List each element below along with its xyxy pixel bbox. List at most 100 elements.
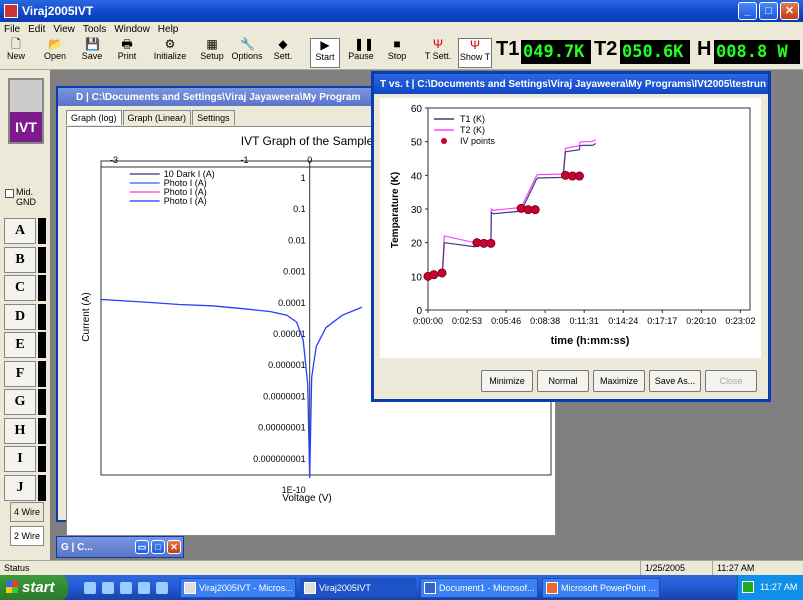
max-icon[interactable]: □ <box>151 540 165 554</box>
initialize-button[interactable]: ⚙ Initialize <box>150 38 190 68</box>
iv-dark-current-line <box>100 298 363 479</box>
minimized-window-title: G | C... <box>61 541 93 553</box>
outlook-icon[interactable] <box>102 581 114 594</box>
maximize-button[interactable]: □ <box>759 2 778 20</box>
tab-graph-log[interactable]: Graph (log) <box>66 110 122 125</box>
task-document1[interactable]: Document1 - Microsof... <box>420 577 538 598</box>
task-powerpoint[interactable]: Microsoft PowerPoint ... <box>542 577 660 598</box>
channel-button-j[interactable]: J <box>4 474 36 501</box>
task-viraj-vb[interactable]: Viraj2005IVT - Micros... <box>180 577 296 598</box>
play-icon: ▶ <box>320 38 330 52</box>
tab-graph-linear[interactable]: Graph (Linear) <box>122 110 192 125</box>
tray-clock: 11:27 AM <box>760 582 798 592</box>
tray-app-icon[interactable] <box>742 581 754 593</box>
start-button[interactable]: ▶ Start <box>310 38 340 68</box>
menu-view[interactable]: View <box>49 24 79 35</box>
channel-button-h[interactable]: H <box>4 417 36 444</box>
task-viraj-app[interactable]: Viraj2005IVT <box>300 577 416 598</box>
channel-button-g[interactable]: G <box>4 389 36 415</box>
t-x-tick: 0:11:31 <box>569 316 598 326</box>
t-x-tick: 0:23:02 <box>725 316 755 326</box>
print-button[interactable]: 🖶 Print <box>114 38 140 68</box>
channel-button-a[interactable]: A <box>4 218 36 244</box>
two-wire-button[interactable]: 2 Wire <box>10 526 44 546</box>
options-button[interactable]: 🔧 Options <box>230 38 264 68</box>
t-legend-label: T2 (K) <box>460 125 485 135</box>
t1-label: T1 <box>496 38 520 60</box>
float-normal-button[interactable]: Normal <box>537 370 589 392</box>
desktop-icon[interactable] <box>156 581 168 594</box>
status-text: Status <box>4 563 30 573</box>
t-x-tick: 0:00:00 <box>413 316 443 326</box>
app-title-bar: Viraj2005IVT _ □ ✕ <box>0 0 803 22</box>
setup-button[interactable]: ▦ Setup <box>198 38 226 68</box>
t-vs-t-window-title: T vs. t | C:\Documents and Settings\Vira… <box>374 74 768 94</box>
iv-y-tick: 0.0001 <box>278 298 306 308</box>
menu-file[interactable]: File <box>0 24 24 35</box>
menu-help[interactable]: Help <box>154 24 183 35</box>
folder-icon[interactable] <box>138 581 150 594</box>
channel-button-e[interactable]: E <box>4 332 36 358</box>
media-icon[interactable] <box>120 581 132 594</box>
menu-edit[interactable]: Edit <box>24 24 49 35</box>
initialize-icon: ⚙ <box>164 37 176 51</box>
iv-y-tick: 1E-10 <box>282 485 306 495</box>
restore-icon[interactable]: ▭ <box>135 540 149 554</box>
channel-button-c[interactable]: C <box>4 275 36 301</box>
ie-icon[interactable] <box>84 581 96 594</box>
menu-bar: File Edit View Tools Window Help <box>0 22 803 36</box>
float-save-as-button[interactable]: Save As... <box>649 370 701 392</box>
close-button[interactable]: ✕ <box>780 2 799 20</box>
iv-point-marker <box>437 268 447 278</box>
channel-button-d[interactable]: D <box>4 303 36 330</box>
iv-chart-title: IVT Graph of the Sample <box>241 134 374 148</box>
show-t-button[interactable]: Ψ Show T <box>458 38 492 68</box>
t-vs-t-plot-area: Temparature (K) time (h:mm:ss) 0 10 20 30 40… <box>380 98 761 358</box>
t-vs-t-chart: Temparature (K) time (h:mm:ss) 010203040… <box>390 104 755 347</box>
stop-button[interactable]: ■ Stop <box>384 38 410 68</box>
t2-display: 050.6K <box>620 40 690 64</box>
word-icon <box>424 581 436 594</box>
setup-icon: ▦ <box>206 37 218 51</box>
iv-x-tick: 0 <box>307 155 312 165</box>
float-minimize-button[interactable]: Minimize <box>481 370 533 392</box>
channel-button-f[interactable]: F <box>4 360 36 387</box>
new-icon: 🗋 <box>11 37 21 51</box>
iv-x-tick: -1 <box>240 155 248 165</box>
iv-y-tick: 0.000000001 <box>253 454 306 464</box>
new-button[interactable]: 🗋 New <box>4 38 28 68</box>
channel-button-i[interactable]: I <box>4 446 36 472</box>
float-close-button[interactable]: Close <box>705 370 757 392</box>
iv-point-marker <box>486 238 496 248</box>
four-wire-button[interactable]: 4 Wire <box>10 502 44 522</box>
iv-y-tick: 0.000001 <box>268 360 306 370</box>
float-maximize-button[interactable]: Maximize <box>593 370 645 392</box>
status-date: 1/25/2005 <box>640 561 710 575</box>
menu-tools[interactable]: Tools <box>79 24 110 35</box>
show-thermometer-icon: Ψ <box>469 38 481 52</box>
minimized-graph-window[interactable]: G | C... ▭ □ ✕ <box>56 536 184 558</box>
minimize-button[interactable]: _ <box>738 2 757 20</box>
iv-y-tick: 0.1 <box>293 204 306 214</box>
menu-window[interactable]: Window <box>110 24 154 35</box>
tab-settings[interactable]: Settings <box>192 110 235 125</box>
pause-button[interactable]: ❚❚ Pause <box>346 38 376 68</box>
channel-button-b[interactable]: B <box>4 246 36 273</box>
channel-indicator-f <box>38 360 46 387</box>
start-button[interactable]: start <box>0 575 68 600</box>
iv-point-marker <box>574 171 584 181</box>
open-button[interactable]: 📂 Open <box>42 38 68 68</box>
t-y-tick: 30 <box>411 205 423 216</box>
channel-indicator-i <box>38 446 46 472</box>
t-x-tick: 0:08:38 <box>530 316 560 326</box>
status-time: 11:27 AM <box>712 561 792 575</box>
pause-icon: ❚❚ <box>354 37 375 51</box>
vb-icon <box>184 581 196 594</box>
t2-label: T2 <box>594 38 618 60</box>
close-icon[interactable]: ✕ <box>167 540 181 554</box>
t-y-tick: 10 <box>411 272 423 283</box>
t-sett-button[interactable]: ΨT Sett. <box>422 38 454 68</box>
sett-button[interactable]: ◆ Sett. <box>270 38 296 68</box>
save-button[interactable]: 💾 Save <box>80 38 104 68</box>
mid-gnd-checkbox[interactable]: Mid. GND <box>5 187 46 207</box>
